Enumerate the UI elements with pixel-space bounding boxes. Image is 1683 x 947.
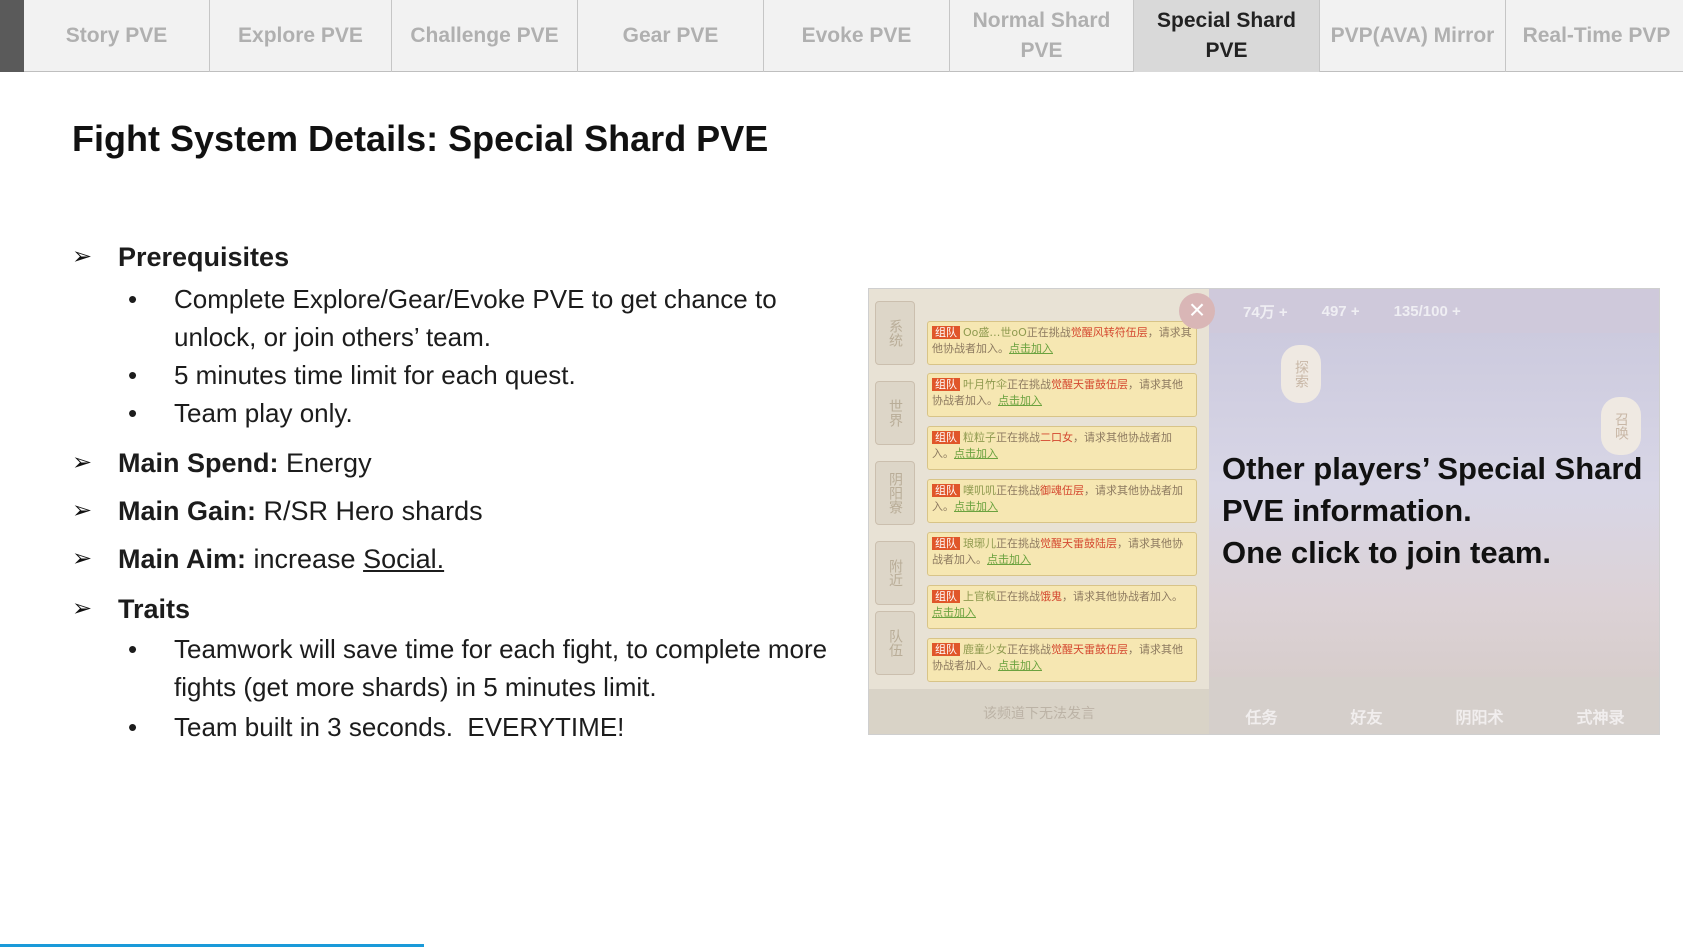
- tab-bar: Story PVE Explore PVE Challenge PVE Gear…: [0, 0, 1683, 72]
- bullet-traits: ➢ Traits: [72, 592, 832, 626]
- explore-lantern[interactable]: 探索: [1281, 345, 1321, 403]
- team-invite-message: 组队 叶月竹伞正在挑战觉醒天雷鼓伍层，请求其他协战者加入。点击加入: [927, 373, 1197, 417]
- gold-counter: 74万 +: [1243, 303, 1288, 321]
- traits-heading: Traits: [118, 594, 191, 624]
- screenshot-caption: Other players’ Special Shard PVE informa…: [1222, 448, 1642, 574]
- tab-story-pve[interactable]: Story PVE: [24, 0, 210, 72]
- tab-challenge-pve[interactable]: Challenge PVE: [392, 0, 578, 72]
- tab-explore-pve[interactable]: Explore PVE: [210, 0, 392, 72]
- page-title: Fight System Details: Special Shard PVE: [72, 118, 769, 159]
- trait-item: • Team built in 3 seconds. EVERYTIME!: [72, 708, 832, 746]
- prerequisite-item: • Team play only.: [72, 394, 832, 432]
- main-gain-label: Main Gain:: [118, 496, 257, 526]
- menu-quest[interactable]: 任务: [1245, 704, 1277, 728]
- join-team-link[interactable]: 点击加入: [987, 553, 1031, 566]
- main-spend-value: Energy: [286, 448, 372, 478]
- prerequisite-item: • Complete Explore/Gear/Evoke PVE to get …: [72, 280, 832, 356]
- arrow-bullet-icon: ➢: [72, 449, 93, 476]
- dot-bullet-icon: •: [128, 284, 138, 314]
- main-spend-label: Main Spend:: [118, 448, 279, 478]
- team-invite-message: 组队 上官枫正在挑战饿鬼，请求其他协战者加入。点击加入: [927, 585, 1197, 629]
- join-team-link[interactable]: 点击加入: [954, 447, 998, 460]
- stamina-counter: 135/100 +: [1393, 302, 1461, 320]
- arrow-bullet-icon: ➢: [72, 595, 93, 622]
- prerequisite-item: • 5 minutes time limit for each quest.: [72, 356, 832, 394]
- bullet-list: ➢ Prerequisites • Complete Explore/Gear/E…: [72, 240, 832, 746]
- team-invite-message: 组队 粒粒子正在挑战二口女，请求其他协战者加入。点击加入: [927, 426, 1197, 470]
- arrow-bullet-icon: ➢: [72, 497, 93, 524]
- main-aim-prefix: increase: [253, 544, 364, 574]
- tab-real-time-pvp[interactable]: Real-Time PVP: [1506, 0, 1683, 72]
- tab-bar-edge: [0, 0, 24, 72]
- join-team-link[interactable]: 点击加入: [998, 659, 1042, 672]
- tab-special-shard-pve[interactable]: Special Shard PVE: [1134, 0, 1320, 72]
- main-aim-social: Social.: [363, 544, 445, 574]
- game-bottom-menu: 任务 好友 阴阳术 式神录: [1209, 677, 1659, 734]
- team-invite-message: 组队 琅琊儿正在挑战觉醒天雷鼓陆层，请求其他协战者加入。点击加入: [927, 532, 1197, 576]
- dot-bullet-icon: •: [128, 398, 138, 428]
- join-team-link[interactable]: 点击加入: [1009, 342, 1053, 355]
- caption-line: Other players’ Special Shard: [1222, 451, 1643, 486]
- tab-evoke-pve[interactable]: Evoke PVE: [764, 0, 950, 72]
- trait-item: • Teamwork will save time for each fight,…: [72, 630, 832, 706]
- caption-line: One click to join team.: [1222, 535, 1552, 570]
- team-invite-message: 组队 Oo盛…世oO正在挑战觉醒风转符伍层，请求其他协战者加入。点击加入: [927, 321, 1197, 365]
- chat-tab-guild[interactable]: 阴阳寮: [875, 461, 915, 525]
- menu-friends[interactable]: 好友: [1350, 704, 1382, 728]
- menu-shikigami[interactable]: 式神录: [1576, 704, 1624, 728]
- chat-panel: 系统 世界 阴阳寮 附近 队伍 组队 Oo盛…世oO正在挑战觉醒风转符伍层，请求其…: [869, 289, 1209, 734]
- dot-bullet-icon: •: [128, 712, 138, 742]
- prerequisites-heading: Prerequisites: [118, 242, 290, 272]
- bullet-prerequisites: ➢ Prerequisites: [72, 240, 832, 274]
- main-aim-label: Main Aim:: [118, 544, 246, 574]
- bullet-main-spend: ➢ Main Spend: Energy: [72, 446, 832, 480]
- close-icon[interactable]: ×: [1179, 293, 1215, 329]
- bullet-main-gain: ➢ Main Gain: R/SR Hero shards: [72, 494, 832, 528]
- join-team-link[interactable]: 点击加入: [954, 500, 998, 513]
- team-invite-message: 组队 噗叽叽正在挑战御魂伍层，请求其他协战者加入。点击加入: [927, 479, 1197, 523]
- arrow-bullet-icon: ➢: [72, 545, 93, 572]
- tab-normal-shard-pve[interactable]: Normal Shard PVE: [950, 0, 1134, 72]
- arrow-bullet-icon: ➢: [72, 243, 93, 270]
- jade-counter: 497 +: [1321, 302, 1360, 320]
- menu-onmyodo[interactable]: 阴阳术: [1455, 704, 1503, 728]
- team-invite-message: 组队 鹿童少女正在挑战觉醒天雷鼓伍层，请求其他协战者加入。点击加入: [927, 638, 1197, 682]
- chat-tab-system[interactable]: 系统: [875, 301, 915, 365]
- join-team-link[interactable]: 点击加入: [932, 606, 976, 619]
- dot-bullet-icon: •: [128, 360, 138, 390]
- resource-hud: 74万 + 497 + 135/100 +: [1209, 289, 1659, 333]
- chat-tab-nearby[interactable]: 附近: [875, 541, 915, 605]
- caption-line: PVE information.: [1222, 493, 1472, 528]
- dot-bullet-icon: •: [128, 634, 138, 664]
- summon-lantern[interactable]: 召唤: [1601, 397, 1641, 455]
- tab-pvp-ava-mirror[interactable]: PVP(AVA) Mirror: [1320, 0, 1506, 72]
- join-team-link[interactable]: 点击加入: [998, 394, 1042, 407]
- chat-tab-world[interactable]: 世界: [875, 381, 915, 445]
- chat-tab-team[interactable]: 队伍: [875, 611, 915, 675]
- tab-gear-pve[interactable]: Gear PVE: [578, 0, 764, 72]
- main-gain-value: R/SR Hero shards: [263, 496, 483, 526]
- chat-footer: 该频道下无法发言: [869, 689, 1209, 734]
- bullet-main-aim: ➢ Main Aim: increase Social.: [72, 542, 832, 576]
